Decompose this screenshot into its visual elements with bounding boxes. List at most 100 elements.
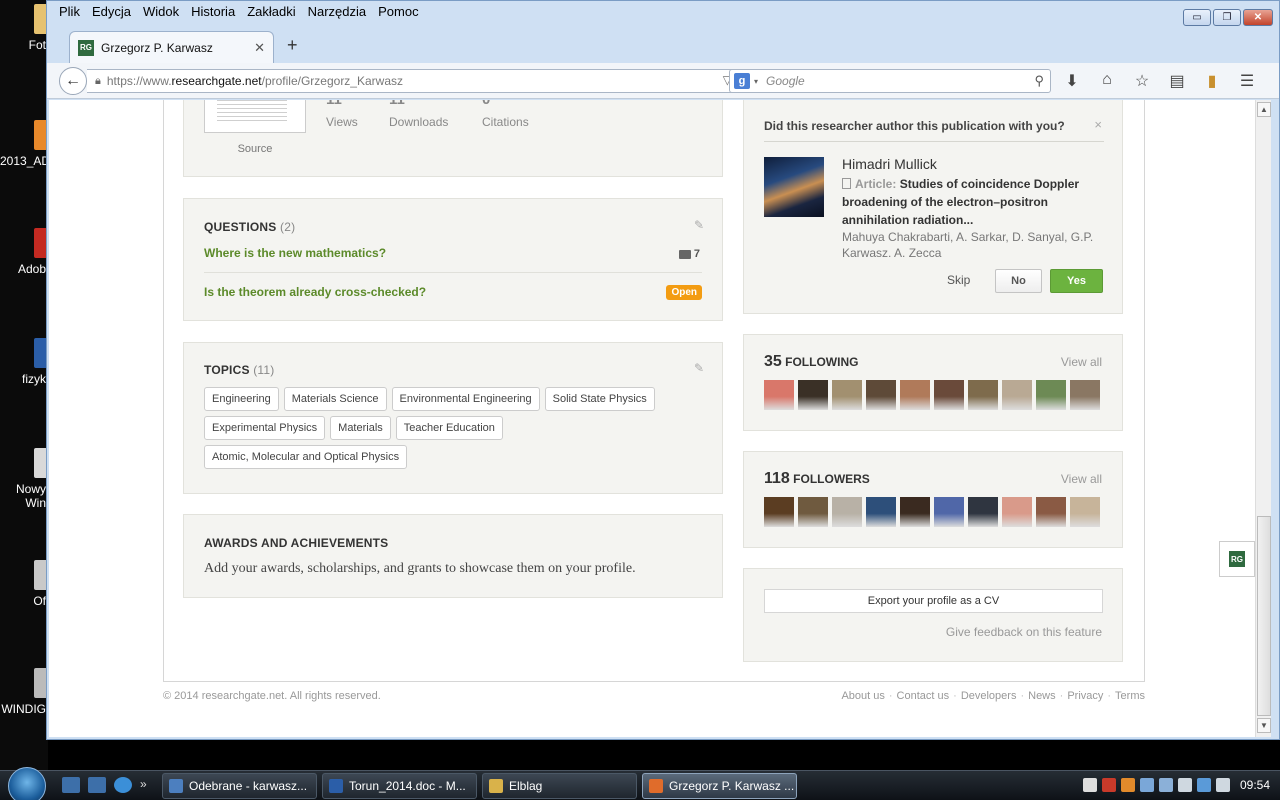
tab-close-icon[interactable]: ✕: [254, 40, 265, 56]
follower-avatar[interactable]: [832, 497, 862, 527]
google-icon[interactable]: g: [734, 73, 750, 89]
follower-avatar[interactable]: [1036, 497, 1066, 527]
search-icon[interactable]: ⚲: [1034, 73, 1044, 89]
switch-windows-icon[interactable]: [88, 777, 106, 793]
researchgate-floating-button[interactable]: RG: [1219, 541, 1255, 577]
search-input[interactable]: Google: [766, 74, 805, 88]
following-avatar[interactable]: [832, 380, 862, 410]
following-avatar[interactable]: [968, 380, 998, 410]
clock[interactable]: 09:54: [1240, 778, 1270, 792]
topic-tag[interactable]: Experimental Physics: [204, 416, 326, 440]
view-all-followers-link[interactable]: View all: [1061, 472, 1102, 486]
following-avatar[interactable]: [764, 380, 794, 410]
publication-thumbnail[interactable]: [204, 100, 306, 133]
menu-icon[interactable]: ☰: [1236, 71, 1258, 91]
follower-avatar[interactable]: [1002, 497, 1032, 527]
following-avatar[interactable]: [934, 380, 964, 410]
menu-zakladki[interactable]: Zakładki: [241, 2, 301, 21]
search-bar[interactable]: g ▾ Google ⚲: [729, 69, 1051, 93]
tray-icon[interactable]: [1216, 778, 1230, 792]
tray-icon[interactable]: [1140, 778, 1154, 792]
url-bar[interactable]: 🔒︎ https://www. researchgate.net/profile/…: [87, 69, 761, 93]
tray-icon[interactable]: [1102, 778, 1116, 792]
question-link[interactable]: Is the theorem already cross-checked?: [204, 285, 702, 299]
researcher-avatar[interactable]: [764, 157, 824, 217]
restore-button[interactable]: ❐: [1213, 9, 1241, 26]
internet-explorer-icon[interactable]: [114, 777, 132, 793]
tray-icon[interactable]: [1121, 778, 1135, 792]
tray-icon[interactable]: [1178, 778, 1192, 792]
follower-avatar[interactable]: [764, 497, 794, 527]
edit-pencil-icon[interactable]: ✎: [694, 218, 704, 232]
feedback-link[interactable]: Give feedback on this feature: [946, 625, 1102, 639]
view-all-following-link[interactable]: View all: [1061, 355, 1102, 369]
export-cv-button[interactable]: Export your profile as a CV: [764, 589, 1103, 613]
follower-avatar[interactable]: [1070, 497, 1100, 527]
topic-tag[interactable]: Engineering: [204, 387, 279, 411]
show-desktop-icon[interactable]: [62, 777, 80, 793]
skip-button[interactable]: Skip: [947, 273, 970, 287]
home-icon[interactable]: ⌂: [1096, 71, 1118, 91]
menu-edycja[interactable]: Edycja: [86, 2, 137, 21]
topic-tag[interactable]: Solid State Physics: [544, 387, 655, 411]
footer-link-news[interactable]: News: [1028, 690, 1056, 702]
tray-icon[interactable]: [1197, 778, 1211, 792]
desktop-icon-folder[interactable]: Fot: [0, 4, 48, 52]
follower-avatar[interactable]: [900, 497, 930, 527]
following-avatar[interactable]: [900, 380, 930, 410]
dismiss-close-icon[interactable]: ×: [1094, 117, 1102, 132]
topic-tag[interactable]: Environmental Engineering: [391, 387, 540, 411]
menu-pomoc[interactable]: Pomoc: [372, 2, 424, 21]
following-avatar[interactable]: [1070, 380, 1100, 410]
footer-link-about[interactable]: About us: [841, 690, 884, 702]
no-button[interactable]: No: [995, 269, 1042, 293]
footer-link-contact[interactable]: Contact us: [897, 690, 950, 702]
article-info[interactable]: Article: Studies of coincidence Doppler …: [842, 175, 1104, 229]
researcher-name[interactable]: Himadri Mullick: [842, 156, 937, 172]
back-button[interactable]: ←: [59, 67, 87, 95]
follower-avatar[interactable]: [866, 497, 896, 527]
menu-plik[interactable]: Plik: [53, 2, 86, 21]
tab-researchgate-profile[interactable]: RG Grzegorz P. Karwasz ✕: [69, 31, 274, 63]
desktop-icon-2013-ad[interactable]: 2013_AD: [0, 120, 48, 168]
scrollbar-thumb[interactable]: [1257, 516, 1271, 716]
footer-link-developers[interactable]: Developers: [961, 690, 1017, 702]
addon-icon[interactable]: ▮: [1201, 71, 1223, 91]
desktop-icon-windig[interactable]: WINDIG: [0, 668, 48, 716]
reading-list-icon[interactable]: ▤: [1166, 71, 1188, 91]
topic-tag[interactable]: Atomic, Molecular and Optical Physics: [204, 445, 408, 469]
close-window-button[interactable]: ✕: [1243, 9, 1273, 26]
following-avatar[interactable]: [1036, 380, 1066, 410]
following-avatar[interactable]: [798, 380, 828, 410]
download-icon[interactable]: ⬇: [1061, 71, 1083, 91]
menu-widok[interactable]: Widok: [137, 2, 185, 21]
following-avatar[interactable]: [1002, 380, 1032, 410]
menu-historia[interactable]: Historia: [185, 2, 241, 21]
taskbar-item-firefox[interactable]: Grzegorz P. Karwasz ...: [642, 773, 797, 799]
vertical-scrollbar[interactable]: ▲ ▼: [1255, 100, 1271, 737]
follower-avatar[interactable]: [934, 497, 964, 527]
footer-link-privacy[interactable]: Privacy: [1067, 690, 1103, 702]
minimize-button[interactable]: ▭: [1183, 9, 1211, 26]
tray-icon[interactable]: [1159, 778, 1173, 792]
desktop-icon-fizyk[interactable]: fizyk: [0, 338, 48, 386]
taskbar-item-word[interactable]: Torun_2014.doc - M...: [322, 773, 477, 799]
taskbar-item-mail[interactable]: Odebrane - karwasz...: [162, 773, 317, 799]
following-avatar[interactable]: [866, 380, 896, 410]
comment-count[interactable]: 7: [678, 248, 700, 260]
desktop-icon-adobe[interactable]: Adob: [0, 228, 48, 276]
desktop-icon-of[interactable]: Of: [0, 560, 48, 608]
new-tab-button[interactable]: +: [287, 35, 298, 56]
desktop-icon-nowy[interactable]: Nowy Win: [0, 448, 48, 510]
follower-avatar[interactable]: [798, 497, 828, 527]
chevron-down-icon[interactable]: ▾: [754, 77, 758, 86]
menu-narzedzia[interactable]: Narzędzia: [302, 2, 373, 21]
topic-tag[interactable]: Teacher Education: [395, 416, 503, 440]
tray-icon[interactable]: [1083, 778, 1097, 792]
yes-button[interactable]: Yes: [1050, 269, 1103, 293]
bookmark-star-icon[interactable]: ☆: [1131, 71, 1153, 91]
edit-pencil-icon[interactable]: ✎: [694, 361, 704, 375]
scroll-up-arrow-icon[interactable]: ▲: [1257, 102, 1271, 117]
scroll-down-arrow-icon[interactable]: ▼: [1257, 718, 1271, 733]
footer-link-terms[interactable]: Terms: [1115, 690, 1145, 702]
